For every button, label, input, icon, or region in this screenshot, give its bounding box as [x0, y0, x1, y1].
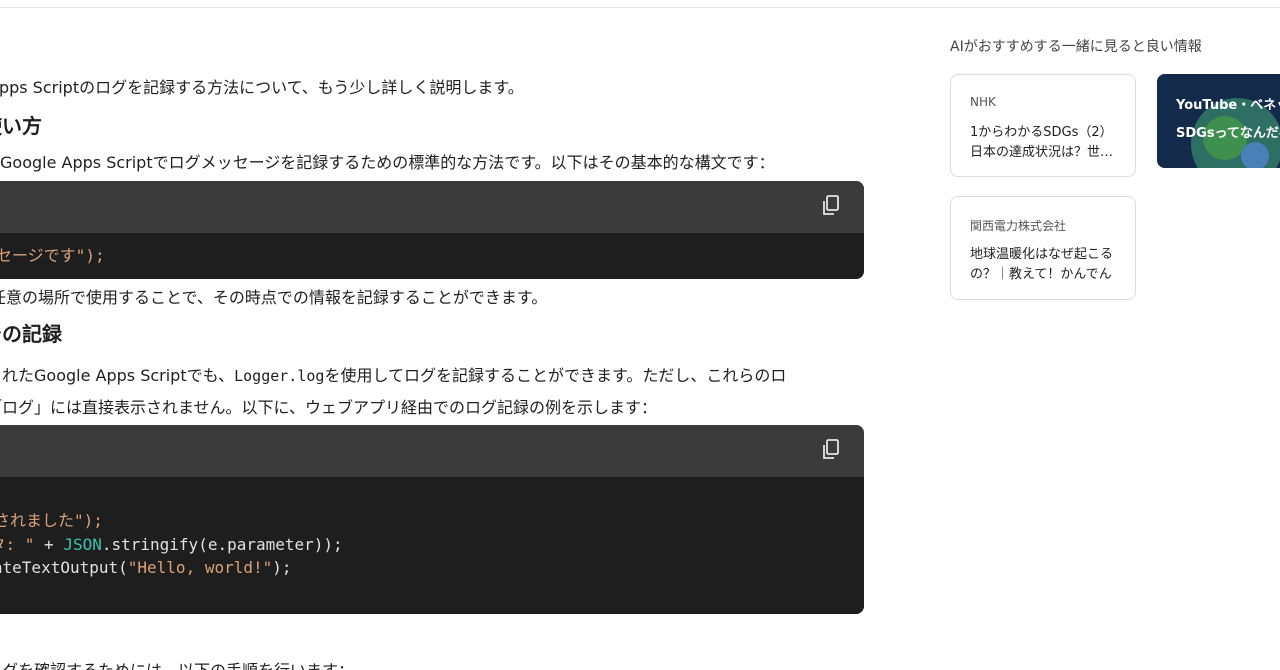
code-block-1-header [0, 181, 864, 233]
code-string: ログメッセージです"); [0, 246, 105, 265]
card-source: NHK [970, 95, 996, 109]
inline-code-logger: Logger.log [234, 367, 325, 385]
code-block-2: び出されました"); パラメータ: " + JSON.stringify(e.p… [0, 425, 864, 614]
section-heading-webapp: での記録 [0, 322, 62, 346]
chat-answer: Apps Scriptのログを記録する方法について、もう少し詳しく説明します。 … [0, 0, 870, 670]
recommendation-card-nhk[interactable]: NHK 1からわかるSDGs（2）日本の達成状況は？世… [950, 74, 1136, 177]
webapp-description-pre: されたGoogle Apps Scriptでも、 [0, 366, 235, 385]
code-plain: ); [272, 558, 292, 577]
code-line: ログメッセージです"); [0, 245, 105, 267]
copy-icon [823, 195, 839, 215]
card-title: 地球温暖化はなぜ起こるの？｜教えて！かんでん [970, 247, 1114, 282]
video-card-title: SDGsってなんだろう [1176, 126, 1280, 141]
after-code-text: 任意の場所で使用することで、その時点での情報を記録することができます。 [0, 288, 548, 307]
code-plain: .stringify(e.parameter)); [101, 535, 343, 554]
recommendation-video-card[interactable]: YouTube・ベネッセ SDGsってなんだろう [1157, 74, 1280, 168]
code-string: "Hello, world!" [127, 558, 273, 577]
bottom-text: ログを確認するためには、以下の手順を行います： [0, 661, 354, 670]
code-operator: + [34, 535, 64, 554]
video-card-source: YouTube・ベネッセ [1176, 98, 1280, 113]
recommendations-title: AIがおすすめする一緒に見ると良い情報 [950, 39, 1202, 55]
section-heading-usage: 使い方 [0, 114, 42, 138]
card-source: 関西電力株式会社 [970, 219, 1067, 233]
copy-code-button-1[interactable] [820, 194, 842, 220]
webapp-description-post: を使用してログを記録することができます。ただし、これらのロ [324, 366, 787, 385]
code-line: び出されました"); [0, 510, 103, 532]
recommendation-card-kepco[interactable]: 関西電力株式会社 地球温暖化はなぜ起こるの？｜教えて！かんでん [950, 196, 1136, 300]
code-string: パラメータ: " [0, 535, 35, 554]
code-line: パラメータ: " + JSON.stringify(e.parameter)); [0, 534, 343, 556]
code-block-2-header [0, 425, 864, 477]
usage-description: はGoogle Apps Scriptでログメッセージを記録するための標準的な方… [0, 153, 775, 172]
code-block-2-body: び出されました"); パラメータ: " + JSON.stringify(e.p… [0, 477, 864, 614]
code-block-1-body: ログメッセージです"); [0, 233, 864, 279]
code-identifier: JSON [63, 535, 102, 554]
copy-icon [823, 439, 839, 459]
code-block-1: ログメッセージです"); [0, 181, 864, 279]
video-thumbnail-image [1157, 74, 1280, 168]
code-line: createTextOutput("Hello, world!"); [0, 557, 292, 579]
webapp-description-line1: されたGoogle Apps Scriptでも、Logger.logを使用してロ… [0, 366, 786, 386]
code-plain: createTextOutput( [0, 558, 128, 577]
intro-text: Apps Scriptのログを記録する方法について、もう少し詳しく説明します。 [0, 78, 524, 97]
code-string: び出されました"); [0, 511, 103, 530]
card-title: 1からわかるSDGs（2）日本の達成状況は？世… [970, 125, 1114, 160]
copy-code-button-2[interactable] [820, 438, 842, 464]
webapp-description-line2: 「ログ」には直接表示されません。以下に、ウェブアプリ経由でのログ記録の例を示しま… [0, 398, 658, 417]
